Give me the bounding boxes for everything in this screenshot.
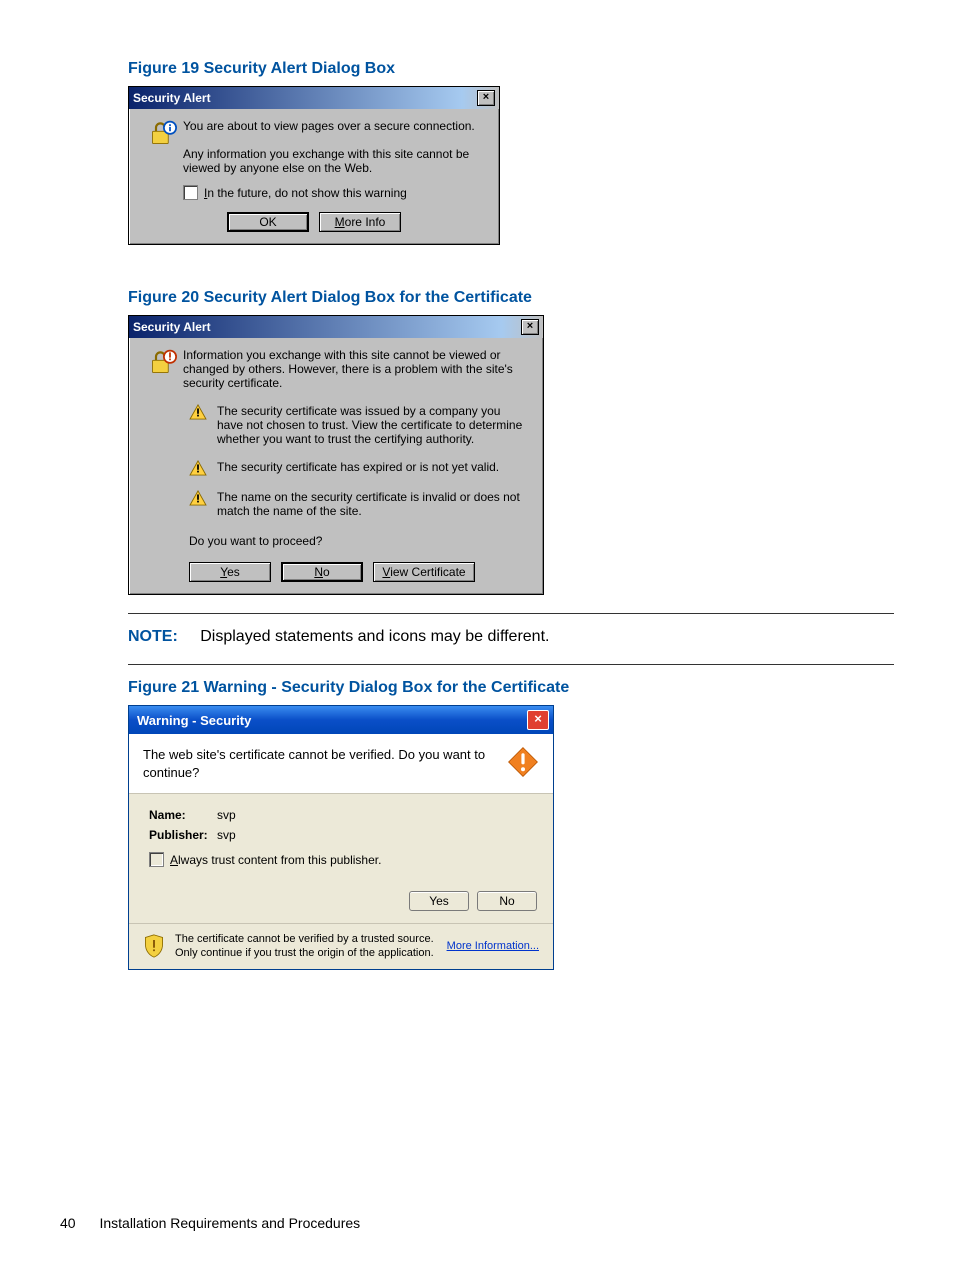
dialog-title: Security Alert <box>133 91 211 105</box>
note-label: NOTE: <box>128 628 178 645</box>
page-number: 40 <box>60 1215 76 1231</box>
checkbox-label: Always trust content from this publisher… <box>170 853 381 867</box>
titlebar: Security Alert × <box>129 87 499 109</box>
close-button[interactable]: × <box>527 710 549 730</box>
close-button[interactable]: × <box>521 319 539 335</box>
always-trust-checkbox[interactable] <box>149 852 164 867</box>
name-value: svp <box>217 808 236 822</box>
proceed-question: Do you want to proceed? <box>189 534 529 548</box>
ok-button[interactable]: OK <box>227 212 309 232</box>
view-certificate-button[interactable]: View Certificate <box>373 562 475 582</box>
more-info-button[interactable]: More Info <box>319 212 401 232</box>
lock-warning-icon <box>149 348 177 376</box>
divider <box>128 613 894 614</box>
close-button[interactable]: × <box>477 90 495 106</box>
dialog1-line1: You are about to view pages over a secur… <box>183 119 485 133</box>
dialog2-item3: The name on the security certificate is … <box>217 490 529 518</box>
security-alert-dialog-2: Security Alert × Information you exchang… <box>128 315 544 595</box>
shield-warning-icon <box>143 934 165 958</box>
dialog-title: Security Alert <box>133 320 211 334</box>
warning-icon <box>189 460 207 476</box>
titlebar: Warning - Security × <box>129 706 553 734</box>
name-label: Name: <box>149 808 217 822</box>
do-not-show-checkbox[interactable] <box>183 185 198 200</box>
dialog2-item1: The security certificate was issued by a… <box>217 404 529 446</box>
security-alert-dialog-1: Security Alert × You are about to view p… <box>128 86 500 245</box>
warning-security-dialog: Warning - Security × The web site's cert… <box>128 705 554 970</box>
lock-info-icon <box>149 119 177 147</box>
section-title: Installation Requirements and Procedures <box>99 1215 360 1231</box>
dialog3-message: The web site's certificate cannot be ver… <box>143 746 497 781</box>
figure-21-caption: Figure 21 Warning - Security Dialog Box … <box>128 679 894 697</box>
no-button[interactable]: No <box>281 562 363 582</box>
page-footer: 40 Installation Requirements and Procedu… <box>60 1215 360 1231</box>
warning-icon <box>189 404 207 420</box>
dialog2-intro: Information you exchange with this site … <box>183 348 529 390</box>
more-information-link[interactable]: More Information... <box>447 940 539 952</box>
warning-diamond-icon <box>507 746 539 778</box>
publisher-label: Publisher: <box>149 828 217 842</box>
warning-icon <box>189 490 207 506</box>
checkbox-label: IIn the future, do not show this warning… <box>204 186 407 200</box>
footer-text: The certificate cannot be verified by a … <box>175 932 439 961</box>
yes-button[interactable]: Yes <box>189 562 271 582</box>
dialog-title: Warning - Security <box>137 713 251 728</box>
dialog2-item2: The security certificate has expired or … <box>217 460 499 474</box>
figure-19-caption: Figure 19 Security Alert Dialog Box <box>128 60 894 78</box>
publisher-value: svp <box>217 828 236 842</box>
dialog1-line2: Any information you exchange with this s… <box>183 147 485 175</box>
divider <box>128 664 894 665</box>
yes-button[interactable]: Yes <box>409 891 469 911</box>
titlebar: Security Alert × <box>129 316 543 338</box>
no-button[interactable]: No <box>477 891 537 911</box>
figure-20-caption: Figure 20 Security Alert Dialog Box for … <box>128 289 894 307</box>
note-text: Displayed statements and icons may be di… <box>200 628 549 645</box>
note-line: NOTE: Displayed statements and icons may… <box>128 628 894 646</box>
